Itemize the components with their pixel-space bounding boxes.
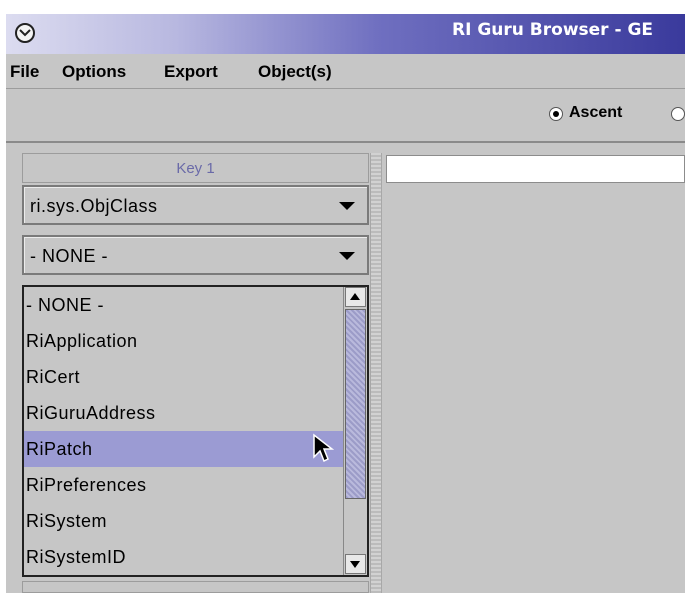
object-dropdown-list[interactable]: - NONE - RiApplication RiCert RiGuruAddr… (22, 285, 369, 577)
mouse-pointer-icon (313, 433, 334, 463)
app-window: RI Guru Browser - GE File Options Export… (6, 14, 685, 593)
list-item[interactable]: RiApplication (24, 323, 344, 359)
panel-splitter[interactable] (370, 153, 382, 593)
scroll-down-button[interactable] (345, 554, 366, 574)
arrow-up-icon (350, 293, 360, 300)
list-item[interactable]: RiPreferences (24, 467, 344, 503)
list-item[interactable]: RiSystem (24, 503, 344, 539)
radio-ascent[interactable] (549, 107, 563, 121)
scroll-up-button[interactable] (345, 287, 366, 307)
list-item[interactable]: RiGuruAddress (24, 395, 344, 431)
arrow-down-icon (350, 561, 360, 568)
list-item-selected[interactable]: RiPatch (24, 431, 344, 467)
key-header: Key 1 (22, 153, 369, 183)
chevron-down-icon[interactable] (339, 252, 355, 260)
window-menu-icon[interactable] (15, 23, 35, 43)
object-combo[interactable]: - NONE - (22, 235, 369, 275)
scroll-thumb[interactable] (345, 309, 366, 499)
list-item[interactable]: RiCert (24, 359, 344, 395)
title-bar[interactable]: RI Guru Browser - GE (6, 14, 685, 54)
class-combo-value: ri.sys.ObjClass (30, 196, 158, 216)
menu-export[interactable]: Export (164, 62, 218, 82)
menu-bar: File Options Export Object(s) (6, 54, 685, 89)
list-item[interactable]: - NONE - (24, 287, 344, 323)
radio-descent[interactable] (671, 107, 685, 121)
menu-file[interactable]: File (10, 62, 39, 82)
object-combo-value: - NONE - (30, 246, 108, 266)
class-combo[interactable]: ri.sys.ObjClass (22, 185, 369, 225)
sort-toolbar: Ascent (6, 89, 685, 143)
key-panel: Key 1 ri.sys.ObjClass - NONE - - NONE - … (22, 153, 369, 593)
results-header (386, 155, 685, 183)
menu-objects[interactable]: Object(s) (258, 62, 332, 82)
chevron-down-icon[interactable] (339, 202, 355, 210)
list-scrollbar[interactable] (343, 287, 367, 575)
window-title: RI Guru Browser - GE (452, 20, 654, 40)
panel-bottom-edge (22, 581, 369, 593)
menu-options[interactable]: Options (62, 62, 126, 82)
list-item[interactable]: RiSystemID (24, 539, 344, 575)
radio-ascent-label[interactable]: Ascent (569, 104, 622, 122)
results-area (386, 184, 685, 593)
